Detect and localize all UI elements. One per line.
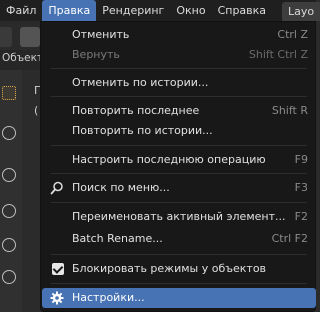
workspace-tab-layout[interactable]: Layo <box>282 2 320 21</box>
undo-shortcut: Ctrl Z <box>277 28 308 41</box>
transform-icon[interactable] <box>2 270 16 284</box>
menu-render[interactable]: Рендеринг <box>96 0 170 21</box>
batch-rename-shortcut: Ctrl F2 <box>271 232 308 245</box>
editor-type-button[interactable] <box>0 27 12 47</box>
adjust-last-label: Настроить последнюю операцию <box>72 153 266 166</box>
separator <box>51 145 307 146</box>
redo-item[interactable]: Вернуть Shift Ctrl Z <box>42 45 316 65</box>
tool-shelf <box>0 70 22 312</box>
select-box-icon[interactable] <box>2 86 16 100</box>
preferences-item[interactable]: Настройки... <box>42 288 316 308</box>
separator <box>51 283 307 284</box>
repeat-last-item[interactable]: Повторить последнее Shift R <box>42 101 316 121</box>
rename-active-item[interactable]: Переименовать активный элемент... F2 <box>42 207 316 227</box>
lock-object-modes-label: Блокировать режимы у объектов <box>72 262 267 275</box>
menu-search-shortcut: F3 <box>294 181 308 194</box>
edit-menu-dropdown: Отменить Ctrl Z Вернуть Shift Ctrl Z Отм… <box>40 21 316 312</box>
viewport-overlay-text-2: ( <box>34 104 39 117</box>
menu-search-label: Поиск по меню... <box>72 181 170 194</box>
separator <box>51 96 307 97</box>
separator <box>51 173 307 174</box>
repeat-history-item[interactable]: Повторить по истории... <box>42 121 316 141</box>
repeat-history-label: Повторить по истории... <box>72 124 213 137</box>
redo-label: Вернуть <box>72 48 120 61</box>
menu-search-item[interactable]: Поиск по меню... F3 <box>42 178 316 198</box>
menu-help[interactable]: Справка <box>212 0 272 21</box>
separator <box>51 202 307 203</box>
undo-history-item[interactable]: Отменить по истории... <box>42 73 316 93</box>
rename-active-shortcut: F2 <box>294 210 308 223</box>
undo-history-label: Отменить по истории... <box>72 76 209 89</box>
adjust-last-shortcut: F9 <box>294 153 308 166</box>
repeat-last-label: Повторить последнее <box>72 104 200 117</box>
undo-item[interactable]: Отменить Ctrl Z <box>42 25 316 45</box>
repeat-last-shortcut: Shift R <box>271 104 308 117</box>
rename-active-label: Переименовать активный элемент... <box>72 210 286 223</box>
menu-file[interactable]: Файл <box>0 0 42 21</box>
menu-window[interactable]: Окно <box>170 0 211 21</box>
undo-label: Отменить <box>72 28 130 41</box>
rotate-icon[interactable] <box>2 204 16 218</box>
scale-icon[interactable] <box>2 238 16 252</box>
cursor-icon[interactable] <box>2 126 16 140</box>
adjust-last-item[interactable]: Настроить последнюю операцию F9 <box>42 150 316 170</box>
gear-icon <box>50 291 64 305</box>
object-mode-label[interactable]: Объект <box>2 52 43 64</box>
batch-rename-item[interactable]: Batch Rename... Ctrl F2 <box>42 229 316 249</box>
batch-rename-label: Batch Rename... <box>72 232 163 245</box>
lock-object-modes-checkbox[interactable] <box>52 263 64 275</box>
select-tool-button[interactable] <box>20 27 40 47</box>
separator <box>51 254 307 255</box>
lock-object-modes-item[interactable]: Блокировать режимы у объектов <box>42 259 316 279</box>
search-icon <box>50 181 63 195</box>
menu-edit[interactable]: Правка <box>42 0 97 21</box>
separator <box>51 68 307 69</box>
redo-shortcut: Shift Ctrl Z <box>248 48 308 61</box>
top-menubar: Файл Правка Рендеринг Окно Справка Layo <box>0 0 320 21</box>
move-icon[interactable] <box>2 168 16 182</box>
preferences-label: Настройки... <box>72 291 145 304</box>
